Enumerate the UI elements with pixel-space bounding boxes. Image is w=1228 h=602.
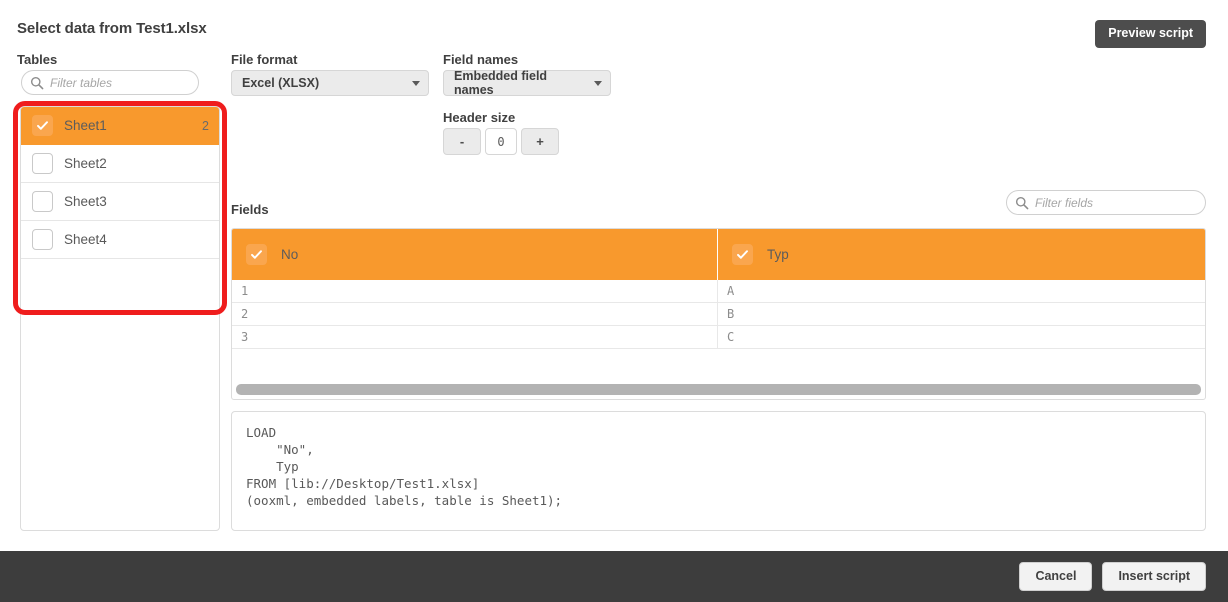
table-row: 3 C [232,326,1205,349]
chevron-down-icon [594,80,602,86]
tables-filter-placeholder: Filter tables [50,75,113,90]
tables-list-empty-area [21,259,219,299]
table-cell-no: 2 [232,303,717,326]
table-list-item-label: Sheet4 [64,232,107,247]
table-cell-no: 3 [232,326,717,349]
cancel-button[interactable]: Cancel [1019,561,1093,592]
insert-script-button[interactable]: Insert script [1102,561,1206,592]
table-list-item-label: Sheet1 [64,118,107,133]
table-cell-no: 1 [232,280,717,303]
script-preview-box[interactable]: LOAD "No", Typ FROM [lib://Desktop/Test1… [231,411,1206,531]
field-names-value: Embedded field names [454,69,548,97]
fields-filter-placeholder: Filter fields [1035,195,1094,210]
field-names-label: Field names [443,52,519,67]
table-list-item-sheet1[interactable]: Sheet1 2 [21,107,219,145]
fields-label: Fields [231,202,269,217]
header-size-decrement-button[interactable]: - [443,128,481,155]
file-format-value: Excel (XLSX) [242,76,320,90]
footer-bar: Cancel Insert script [0,551,1228,602]
field-column-header-label: No [281,247,299,262]
preview-script-button[interactable]: Preview script [1095,20,1206,48]
table-list-item-label: Sheet3 [64,194,107,209]
checkbox-unchecked-icon[interactable] [32,191,53,212]
checkbox-checked-icon[interactable] [32,115,53,136]
table-row: 1 A [232,280,1205,303]
fields-filter-input[interactable]: Filter fields [1006,190,1206,215]
header-size-increment-button[interactable]: + [521,128,559,155]
header-size-stepper[interactable]: - 0 + [443,128,563,155]
file-format-label: File format [231,52,298,67]
field-column-header-typ[interactable]: Typ [717,229,1205,280]
table-list-item-sheet3[interactable]: Sheet3 [21,183,219,221]
chevron-down-icon [412,80,420,86]
checkbox-checked-icon[interactable] [246,244,267,265]
file-format-dropdown[interactable]: Excel (XLSX) [231,70,429,96]
table-list-item-count: 2 [202,118,209,133]
search-icon [30,76,44,90]
table-cell-typ: B [717,303,1205,326]
field-column-header-no[interactable]: No [232,229,717,280]
table-list-item-sheet2[interactable]: Sheet2 [21,145,219,183]
table-row: 2 B [232,303,1205,326]
table-cell-typ: A [717,280,1205,303]
checkbox-unchecked-icon[interactable] [32,153,53,174]
tables-list[interactable]: Sheet1 2 Sheet2 Sheet3 Sheet4 [20,106,220,531]
tables-label: Tables [17,52,58,67]
table-cell-typ: C [717,326,1205,349]
field-column-header-label: Typ [767,247,789,262]
tables-filter-input[interactable]: Filter tables [21,70,199,95]
fields-table-header: No Typ [232,229,1205,280]
table-list-item-label: Sheet2 [64,156,107,171]
table-list-item-sheet4[interactable]: Sheet4 [21,221,219,259]
page-title: Select data from Test1.xlsx [17,20,207,37]
checkbox-unchecked-icon[interactable] [32,229,53,250]
header-size-value-input[interactable]: 0 [485,128,517,155]
horizontal-scrollbar[interactable] [236,384,1201,395]
script-text: LOAD "No", Typ FROM [lib://Desktop/Test1… [246,425,563,508]
field-names-dropdown[interactable]: Embedded field names [443,69,611,97]
search-icon [1015,196,1029,210]
fields-table: No Typ 1 A 2 B 3 C [231,228,1206,400]
checkbox-checked-icon[interactable] [732,244,753,265]
header-size-label: Header size [443,110,516,125]
